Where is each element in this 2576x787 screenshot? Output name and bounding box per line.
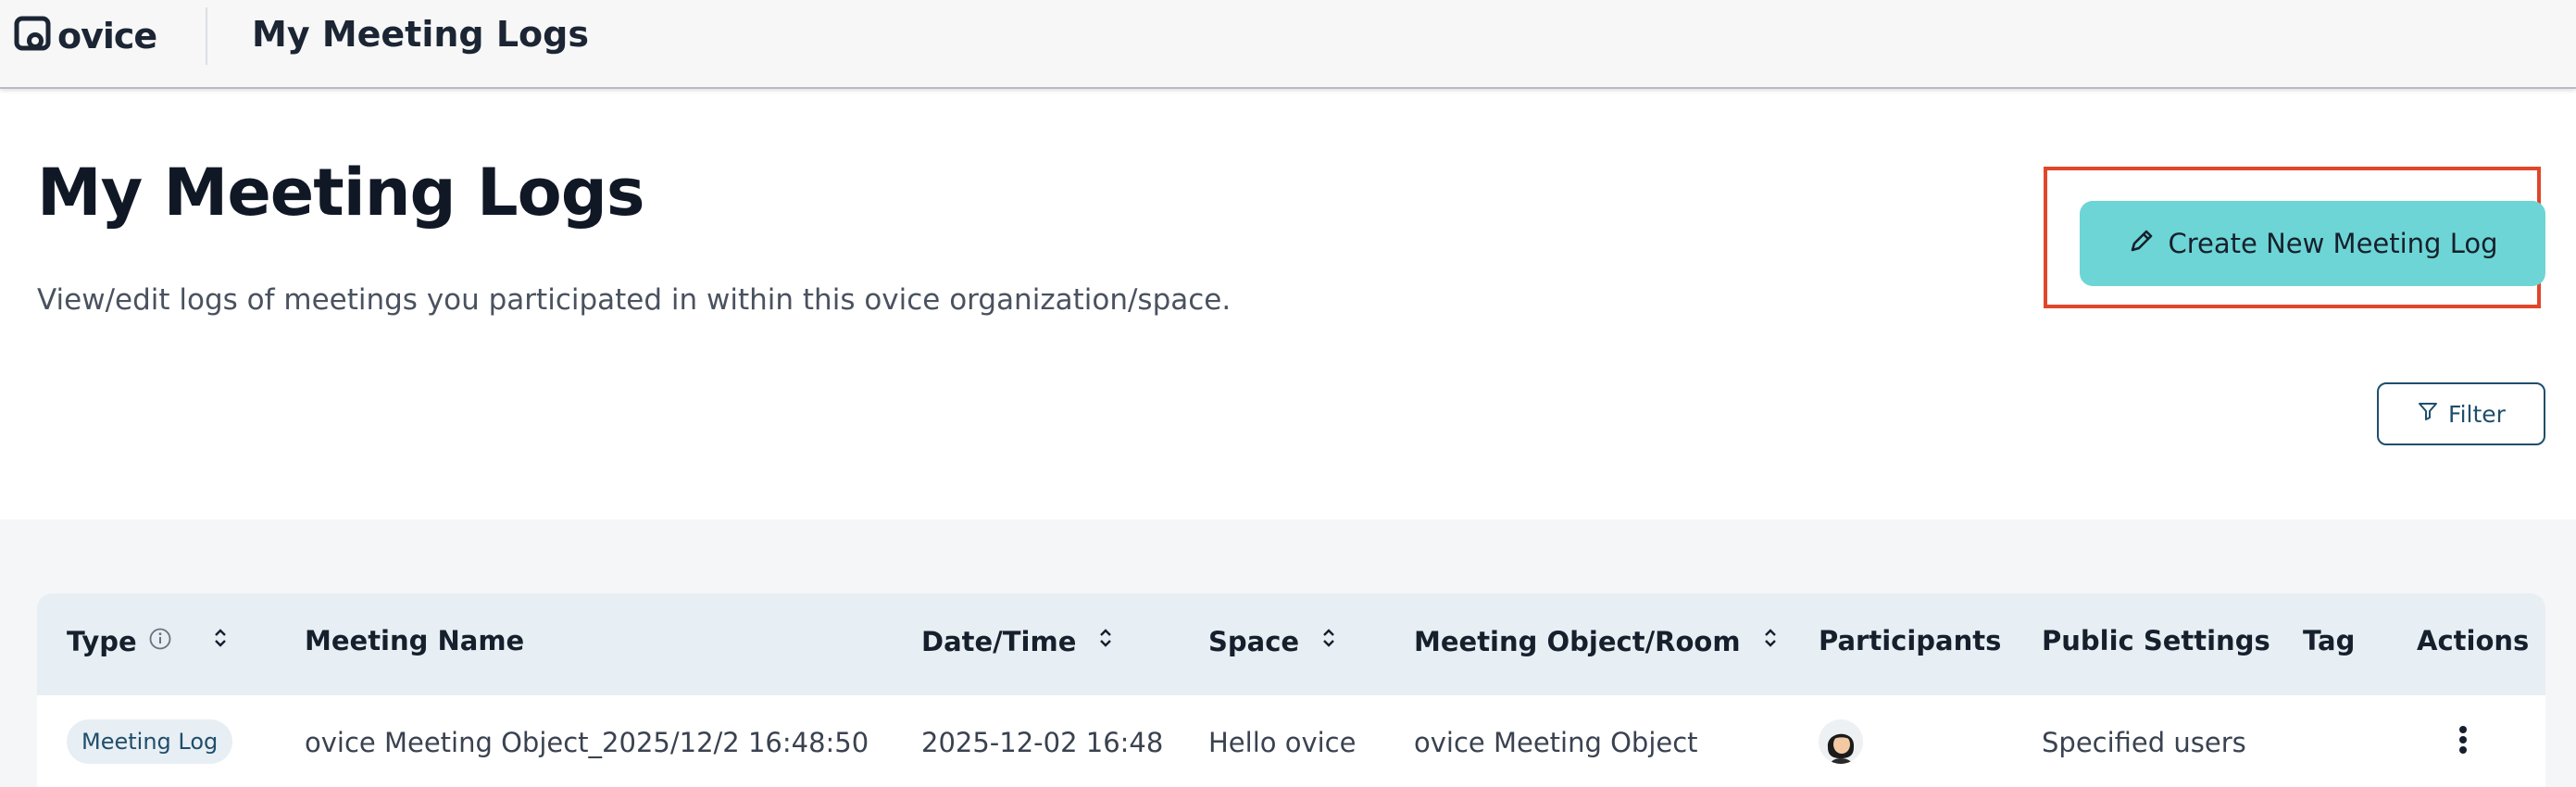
column-header-public-settings: Public Settings xyxy=(2042,625,2270,656)
column-header-actions: Actions xyxy=(2417,625,2530,656)
filter-button[interactable]: Filter xyxy=(2377,382,2545,445)
page-title: My Meeting Logs xyxy=(37,155,645,231)
datetime-cell: 2025-12-02 16:48 xyxy=(921,727,1164,758)
column-header-type[interactable]: Type xyxy=(67,625,230,657)
page-description: View/edit logs of meetings you participa… xyxy=(37,283,1232,317)
meeting-logs-table: Type Meeting Name Date/Time Space Meetin… xyxy=(37,593,2545,787)
filter-button-label: Filter xyxy=(2448,400,2506,428)
table-header: Type Meeting Name Date/Time Space Meetin… xyxy=(37,593,2545,695)
public-settings-cell: Specified users xyxy=(2042,727,2246,758)
column-header-participants: Participants xyxy=(1819,625,2002,656)
create-button-label: Create New Meeting Log xyxy=(2168,228,2498,259)
ovice-logo-icon xyxy=(13,13,56,59)
column-header-meeting-name: Meeting Name xyxy=(305,625,525,656)
more-actions-button[interactable] xyxy=(2445,723,2482,760)
participant-avatar[interactable] xyxy=(1819,719,1863,764)
sort-icon[interactable] xyxy=(211,625,230,657)
ovice-logo[interactable]: ovice xyxy=(13,13,157,59)
sort-icon[interactable] xyxy=(1319,625,1338,657)
meeting-name-cell[interactable]: ovice Meeting Object_2025/12/2 16:48:50 xyxy=(305,727,869,758)
sort-icon[interactable] xyxy=(1096,625,1115,657)
logo-text: ovice xyxy=(57,16,157,56)
filter-icon xyxy=(2417,400,2439,428)
top-bar: ovice My Meeting Logs xyxy=(0,0,2576,89)
topbar-divider xyxy=(206,7,207,65)
column-header-meeting-object-room[interactable]: Meeting Object/Room xyxy=(1414,625,1780,657)
space-cell: Hello ovice xyxy=(1208,727,1357,758)
create-new-meeting-log-button[interactable]: Create New Meeting Log xyxy=(2080,201,2545,286)
more-vertical-icon xyxy=(2458,725,2468,758)
column-header-space[interactable]: Space xyxy=(1208,625,1338,657)
sort-icon[interactable] xyxy=(1761,625,1780,657)
type-badge: Meeting Log xyxy=(67,719,233,764)
info-icon[interactable] xyxy=(148,626,172,657)
column-header-datetime[interactable]: Date/Time xyxy=(921,625,1115,657)
column-header-tag: Tag xyxy=(2303,625,2356,656)
topbar-title: My Meeting Logs xyxy=(252,14,589,55)
pencil-icon xyxy=(2128,227,2156,261)
room-cell: ovice Meeting Object xyxy=(1414,727,1698,758)
